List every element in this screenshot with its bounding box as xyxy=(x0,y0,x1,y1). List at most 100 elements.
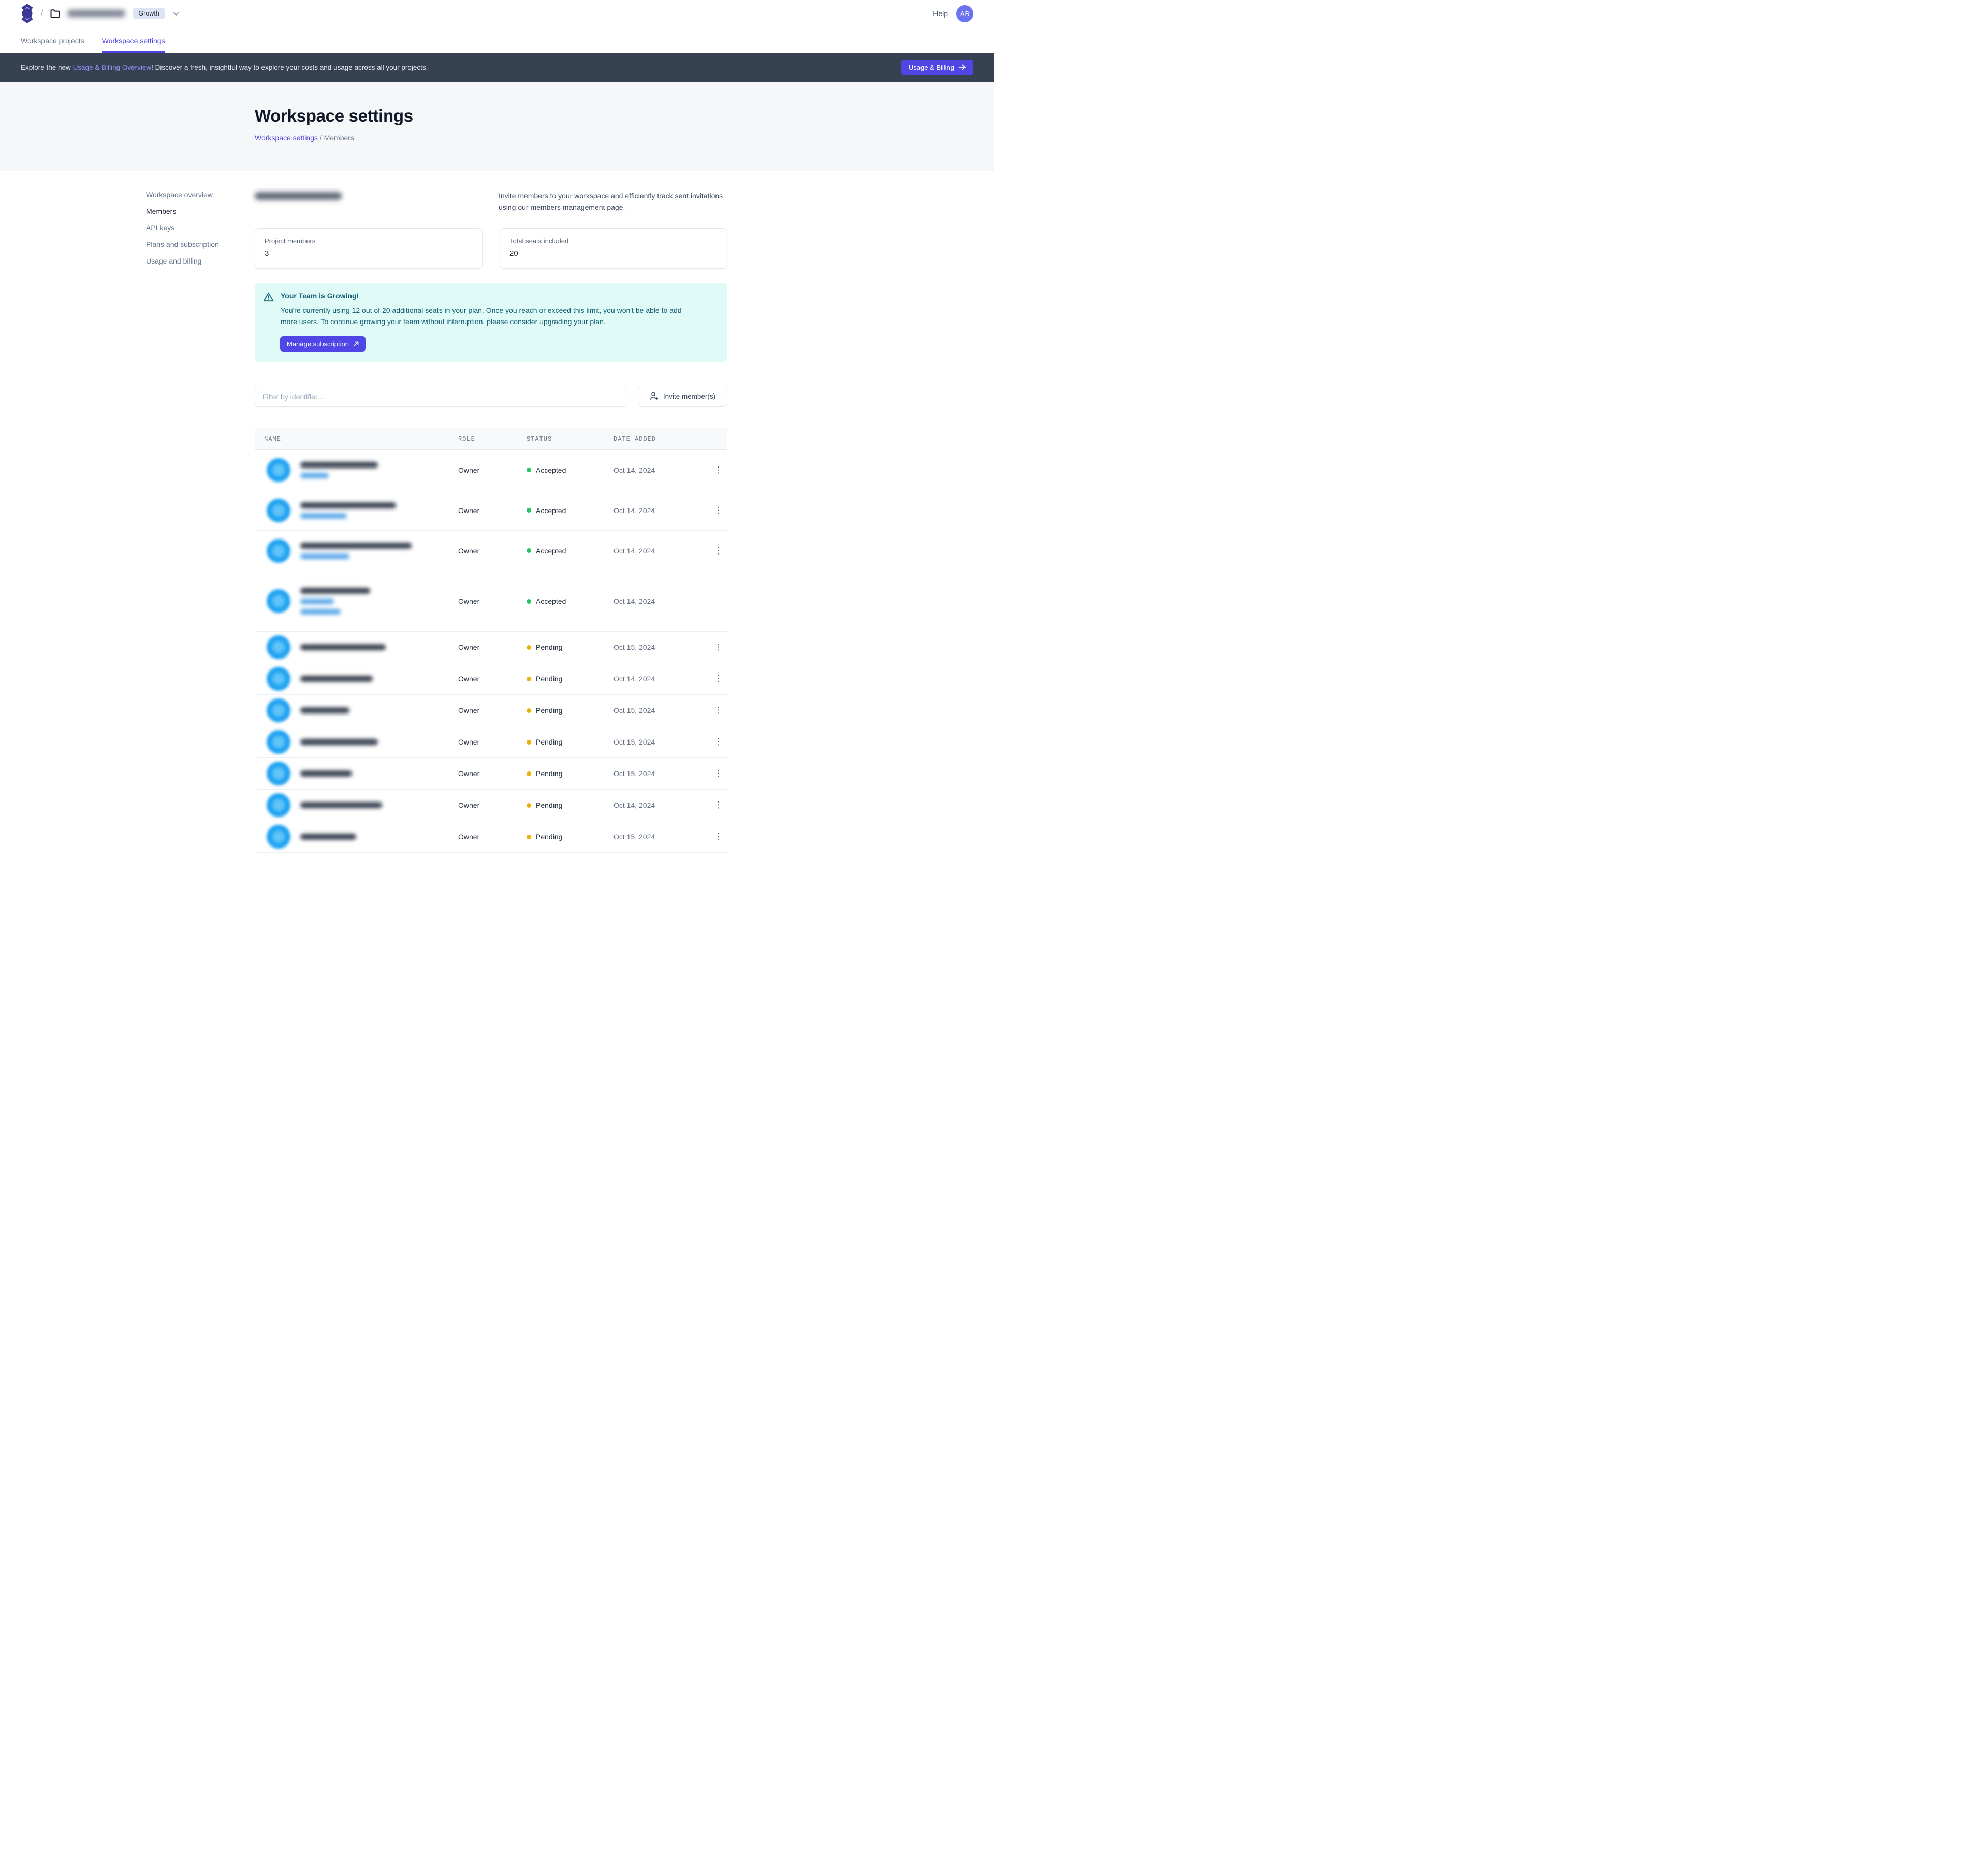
row-actions-cell: ⋮ xyxy=(712,462,727,478)
member-date-added: Oct 14, 2024 xyxy=(613,597,712,605)
kebab-menu-icon[interactable]: ⋮ xyxy=(712,543,725,559)
plan-badge[interactable]: Growth xyxy=(133,8,165,19)
member-name-cell xyxy=(255,588,458,615)
kebab-menu-icon[interactable]: ⋮ xyxy=(712,503,725,518)
redacted-email xyxy=(300,802,382,808)
tab-workspace-settings[interactable]: Workspace settings xyxy=(102,37,165,53)
kebab-menu-icon[interactable]: ⋮ xyxy=(712,639,725,655)
table-row: OwnerPendingOct 15, 2024⋮ xyxy=(255,695,727,726)
redacted-member-link[interactable] xyxy=(300,513,347,519)
redacted-email xyxy=(300,739,378,745)
redacted-name-lines xyxy=(300,834,356,840)
column-header-status: STATUS xyxy=(527,435,613,443)
invite-members-button[interactable]: Invite member(s) xyxy=(638,386,727,407)
member-role: Owner xyxy=(458,466,527,474)
sidebar-item-members[interactable]: Members xyxy=(146,207,239,216)
table-row: OwnerPendingOct 14, 2024⋮ xyxy=(255,663,727,695)
kebab-menu-icon[interactable]: ⋮ xyxy=(712,829,725,844)
sidebar-item-workspace-overview[interactable]: Workspace overview xyxy=(146,190,239,200)
stat-card-value: 20 xyxy=(509,249,718,258)
workspace-name-redacted[interactable] xyxy=(67,10,125,17)
sidebar-item-plans-and-subscription[interactable]: Plans and subscription xyxy=(146,240,239,250)
kebab-menu-icon[interactable]: ⋮ xyxy=(712,766,725,781)
status-label: Accepted xyxy=(536,506,566,515)
member-status: Pending xyxy=(527,706,613,715)
members-section-description: Invite members to your workspace and eff… xyxy=(499,190,727,213)
usage-billing-button[interactable]: Usage & Billing xyxy=(901,60,973,75)
table-row: OwnerPendingOct 15, 2024⋮ xyxy=(255,632,727,663)
member-name-cell xyxy=(255,635,458,659)
row-actions-cell: ⋮ xyxy=(712,503,727,518)
kebab-menu-icon[interactable]: ⋮ xyxy=(712,703,725,718)
redacted-name-lines xyxy=(300,644,386,650)
table-row: OwnerAcceptedOct 14, 2024 xyxy=(255,571,727,632)
sidebar-item-api-keys[interactable]: API keys xyxy=(146,223,239,233)
status-dot-icon xyxy=(527,708,531,713)
member-role: Owner xyxy=(458,769,527,778)
redacted-name-lines xyxy=(300,770,352,777)
kebab-menu-icon[interactable]: ⋮ xyxy=(712,797,725,813)
member-date-added: Oct 15, 2024 xyxy=(613,833,712,841)
kebab-menu-icon[interactable]: ⋮ xyxy=(712,462,725,478)
redacted-member-link[interactable] xyxy=(300,553,349,559)
status-label: Accepted xyxy=(536,547,566,555)
table-row: OwnerPendingOct 15, 2024⋮ xyxy=(255,726,727,758)
status-dot-icon xyxy=(527,771,531,776)
top-bar: / Growth Help AB xyxy=(0,0,994,27)
row-actions-cell: ⋮ xyxy=(712,543,727,559)
member-name-cell xyxy=(255,825,458,849)
status-dot-icon xyxy=(527,740,531,745)
table-row: OwnerPendingOct 14, 2024⋮ xyxy=(255,790,727,821)
page-title: Workspace settings xyxy=(255,106,994,126)
kebab-menu-icon[interactable]: ⋮ xyxy=(712,734,725,750)
table-row: OwnerPendingOct 15, 2024⋮ xyxy=(255,758,727,790)
content-area: Workspace overview Members API keys Plans a… xyxy=(0,171,994,853)
chevron-down-icon[interactable] xyxy=(172,11,180,16)
filter-input[interactable] xyxy=(255,386,627,407)
row-actions-cell: ⋮ xyxy=(712,671,727,687)
row-actions-cell: ⋮ xyxy=(712,829,727,844)
stat-card: Total seats included 20 xyxy=(500,228,727,269)
redacted-member-link[interactable] xyxy=(300,609,341,615)
row-actions-cell: ⋮ xyxy=(712,734,727,750)
avatar xyxy=(267,589,290,613)
member-role: Owner xyxy=(458,506,527,515)
user-avatar[interactable]: AB xyxy=(956,5,973,22)
settings-side-nav: Workspace overview Members API keys Plans a… xyxy=(146,190,239,266)
row-actions-cell: ⋮ xyxy=(712,639,727,655)
member-status: Pending xyxy=(527,769,613,778)
avatar xyxy=(267,698,290,722)
folder-icon xyxy=(50,9,60,18)
status-label: Pending xyxy=(536,738,562,746)
status-dot-icon xyxy=(527,468,531,472)
tab-workspace-projects[interactable]: Workspace projects xyxy=(21,37,84,53)
team-growing-alert: Your Team is Growing! You're currently u… xyxy=(255,283,727,362)
manage-subscription-button[interactable]: Manage subscription xyxy=(280,336,366,352)
row-actions-cell: ⋮ xyxy=(712,766,727,781)
member-status: Accepted xyxy=(527,547,613,555)
arrow-right-icon xyxy=(958,64,966,70)
member-name-cell xyxy=(255,793,458,817)
avatar xyxy=(267,458,290,482)
stat-card-label: Project members xyxy=(265,237,473,245)
avatar xyxy=(267,667,290,691)
kebab-menu-icon[interactable]: ⋮ xyxy=(712,671,725,687)
redacted-name-lines xyxy=(300,802,382,808)
stat-card: Project members3 xyxy=(255,228,483,269)
member-name-cell xyxy=(255,539,458,563)
member-status: Pending xyxy=(527,643,613,651)
breadcrumb-link[interactable]: Workspace settings xyxy=(255,134,318,142)
sidebar-item-usage-and-billing[interactable]: Usage and billing xyxy=(146,256,239,266)
app-logo-icon[interactable] xyxy=(21,4,34,23)
member-status: Pending xyxy=(527,801,613,809)
redacted-email xyxy=(300,462,378,468)
avatar xyxy=(267,730,290,754)
member-name-cell xyxy=(255,762,458,785)
help-link[interactable]: Help xyxy=(933,9,948,18)
redacted-member-link[interactable] xyxy=(300,599,334,604)
status-dot-icon xyxy=(527,645,531,650)
tabs-bar: Workspace projects Workspace settings xyxy=(0,27,994,53)
redacted-member-link[interactable] xyxy=(300,473,329,478)
banner-link[interactable]: Usage & Billing Overview xyxy=(73,64,152,71)
stat-card-label: Total seats included xyxy=(509,237,718,245)
